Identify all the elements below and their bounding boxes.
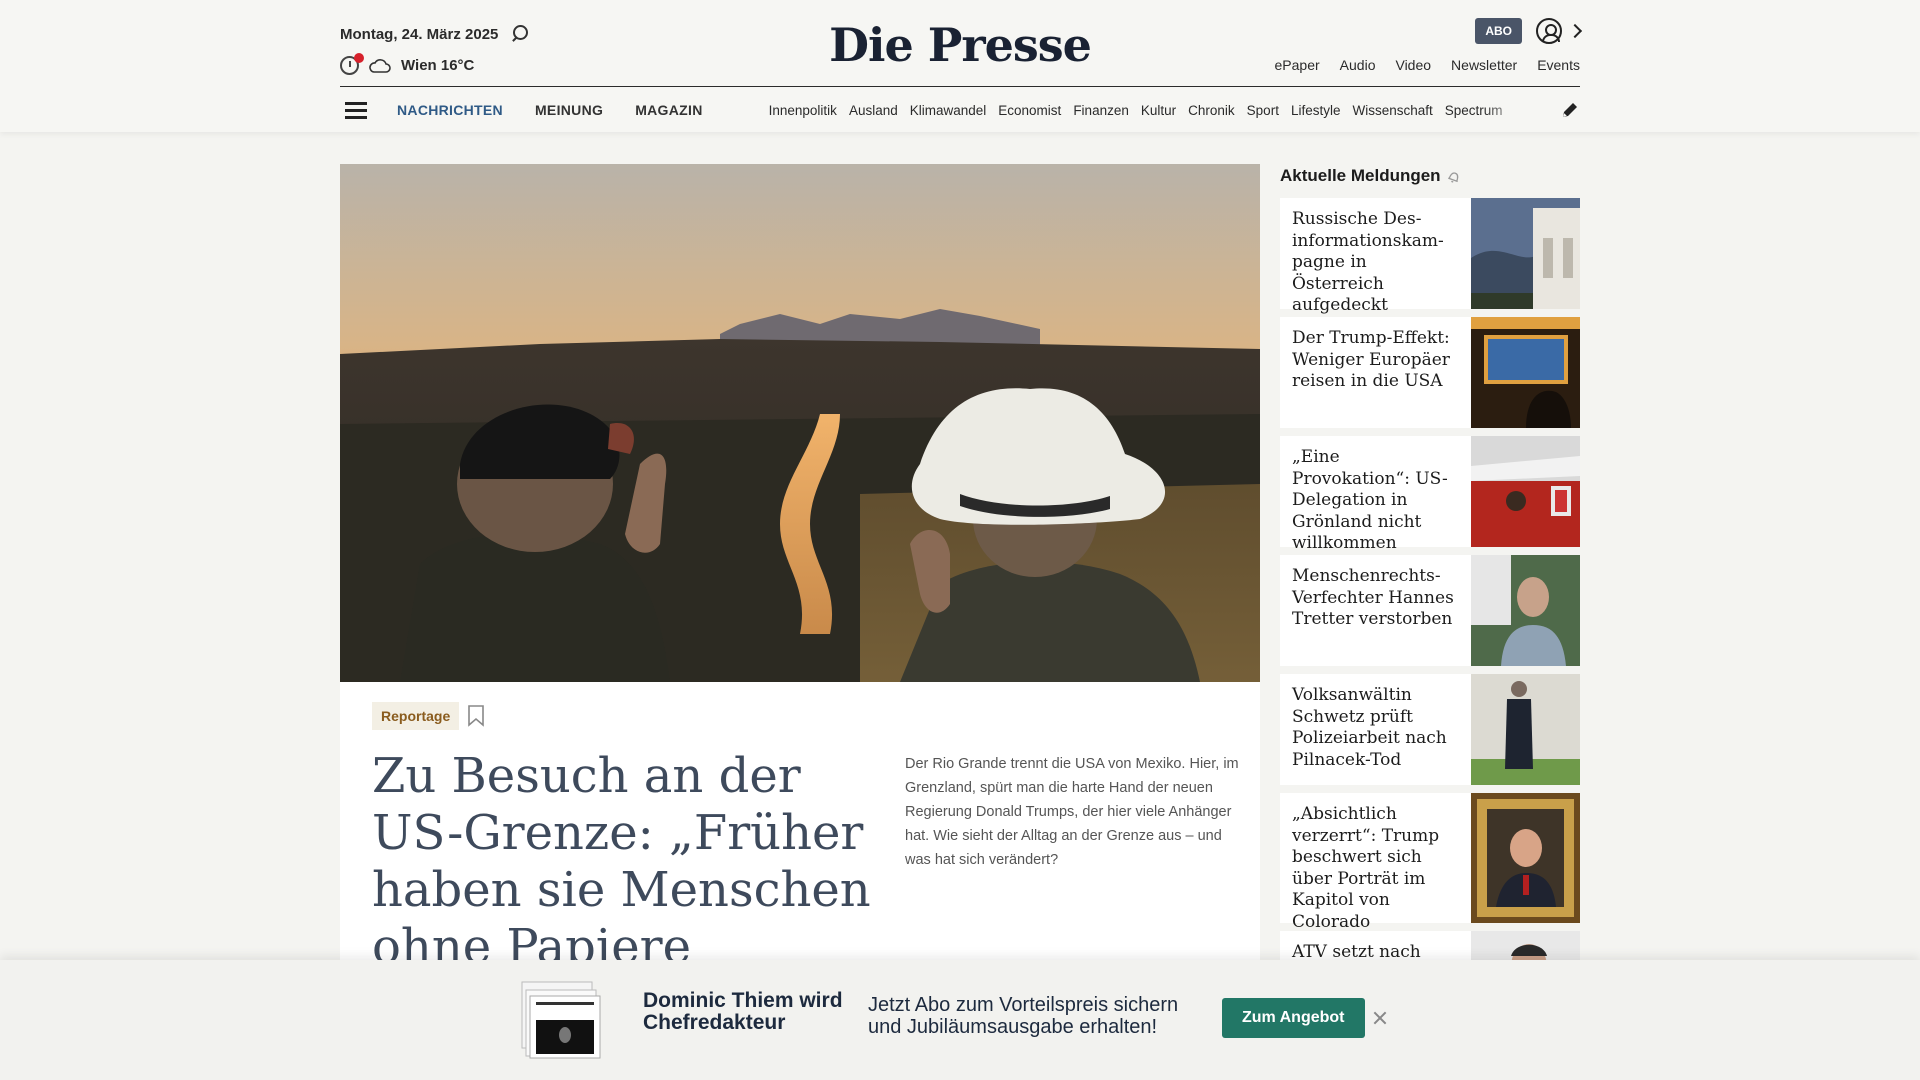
link-epaper[interactable]: ePaper [1275,57,1320,73]
promo-headline: Dominic Thiem wird Chefredakteur [643,989,843,1034]
news-thumbnail [1471,793,1580,923]
bookmark-icon[interactable] [467,705,485,727]
chevron-right-icon[interactable] [1567,23,1583,39]
news-item[interactable]: Russische Des-informationskam-pagne in Ö… [1280,198,1580,315]
link-events[interactable]: Events [1537,57,1580,73]
news-thumbnail [1471,555,1580,666]
nav-nachrichten[interactable]: NACHRICHTEN [397,102,503,118]
news-thumbnail [1471,436,1580,547]
news-thumbnail [1471,198,1580,309]
news-item[interactable]: Volksanwältin Schwetz prüft Polizeiarbei… [1280,674,1580,785]
news-thumbnail [1471,317,1580,428]
nav-lifestyle[interactable]: Lifestyle [1291,103,1341,118]
nav-economist[interactable]: Economist [998,103,1061,118]
sidebar-heading: Aktuelle Meldungen [1280,164,1580,188]
bell-icon[interactable] [1447,169,1461,183]
user-account-icon[interactable] [1536,18,1562,44]
nav-wissenschaft[interactable]: Wissenschaft [1352,103,1432,118]
abo-button[interactable]: ABO [1475,18,1522,44]
header-inner: Montag, 24. März 2025 Wien 16°C Die Pres… [340,0,1583,132]
hamburger-menu-icon[interactable] [345,102,367,119]
nav-meinung[interactable]: MEINUNG [535,102,603,118]
nav-sport[interactable]: Sport [1247,103,1279,118]
nav-spectrum[interactable]: Spectrum [1445,103,1503,118]
nav-kultur[interactable]: Kultur [1141,103,1176,118]
link-newsletter[interactable]: Newsletter [1451,57,1517,73]
news-item-title: Volksanwältin Schwetz prüft Polizeiarbei… [1292,685,1447,770]
nav-klimawandel[interactable]: Klimawandel [910,103,987,118]
nav-ausland[interactable]: Ausland [849,103,898,118]
link-video[interactable]: Video [1395,57,1431,73]
offer-button[interactable]: Zum Angebot [1222,998,1365,1038]
promo-offer-text: Jetzt Abo zum Vorteilspreis sichern und … [868,994,1179,1038]
news-item[interactable]: Menschenrechts-Verfechter Hannes Tretter… [1280,555,1580,666]
lead-article-card[interactable]: Reportage Zu Besuch an der US-Grenze: „F… [340,682,1260,1032]
news-thumbnail [1471,674,1580,785]
sidebar-title: Aktuelle Meldungen [1280,166,1441,185]
latest-news-sidebar: Aktuelle Meldungen Russische Des-informa… [1280,164,1580,1050]
category-tag[interactable]: Reportage [372,702,460,730]
link-audio[interactable]: Audio [1340,57,1376,73]
service-links: ePaper Audio Video Newsletter Events [1275,57,1580,73]
hero-image[interactable] [340,164,1260,682]
account-area: ABO [1475,18,1583,44]
article-tag-row: Reportage [372,702,485,730]
article-teaser: Der Rio Grande trennt die USA von Mexiko… [905,756,1239,868]
category-nav: Innenpolitik Ausland Klimawandel Economi… [769,103,1529,118]
nav-divider [340,86,1580,87]
main-navigation: NACHRICHTEN MEINUNG MAGAZIN Innenpolitik… [340,97,1580,123]
news-item-title: Russische Des-informationskam-pagne in Ö… [1292,209,1444,315]
news-item[interactable]: Der Trump-Effekt: Weniger Europäer reise… [1280,317,1580,428]
news-item[interactable]: „Absichtlich verzerrt“: Trump beschwert … [1280,793,1580,932]
section-nav: NACHRICHTEN MEINUNG MAGAZIN [397,102,703,118]
pen-edit-icon[interactable] [1560,100,1580,120]
close-icon[interactable] [1372,1010,1388,1026]
nav-chronik[interactable]: Chronik [1188,103,1235,118]
nav-magazin[interactable]: MAGAZIN [635,102,702,118]
news-item-title: „Eine Provokation“: US-Delegation in Grö… [1292,447,1448,553]
site-header: Montag, 24. März 2025 Wien 16°C Die Pres… [0,0,1920,132]
news-item-title: Der Trump-Effekt: Weniger Europäer reise… [1292,328,1450,391]
news-list: Russische Des-informationskam-pagne in Ö… [1280,198,1580,1042]
nav-finanzen[interactable]: Finanzen [1073,103,1129,118]
news-item-title: „Absichtlich verzerrt“: Trump beschwert … [1292,804,1440,932]
subscription-promo-banner: Dominic Thiem wird Chefredakteur Jetzt A… [0,960,1920,1080]
nav-innenpolitik[interactable]: Innenpolitik [769,103,837,118]
news-item-title: Menschenrechts-Verfechter Hannes Tretter… [1292,566,1454,629]
news-item[interactable]: „Eine Provokation“: US-Delegation in Grö… [1280,436,1580,553]
newspaper-stack-image [520,980,602,1060]
